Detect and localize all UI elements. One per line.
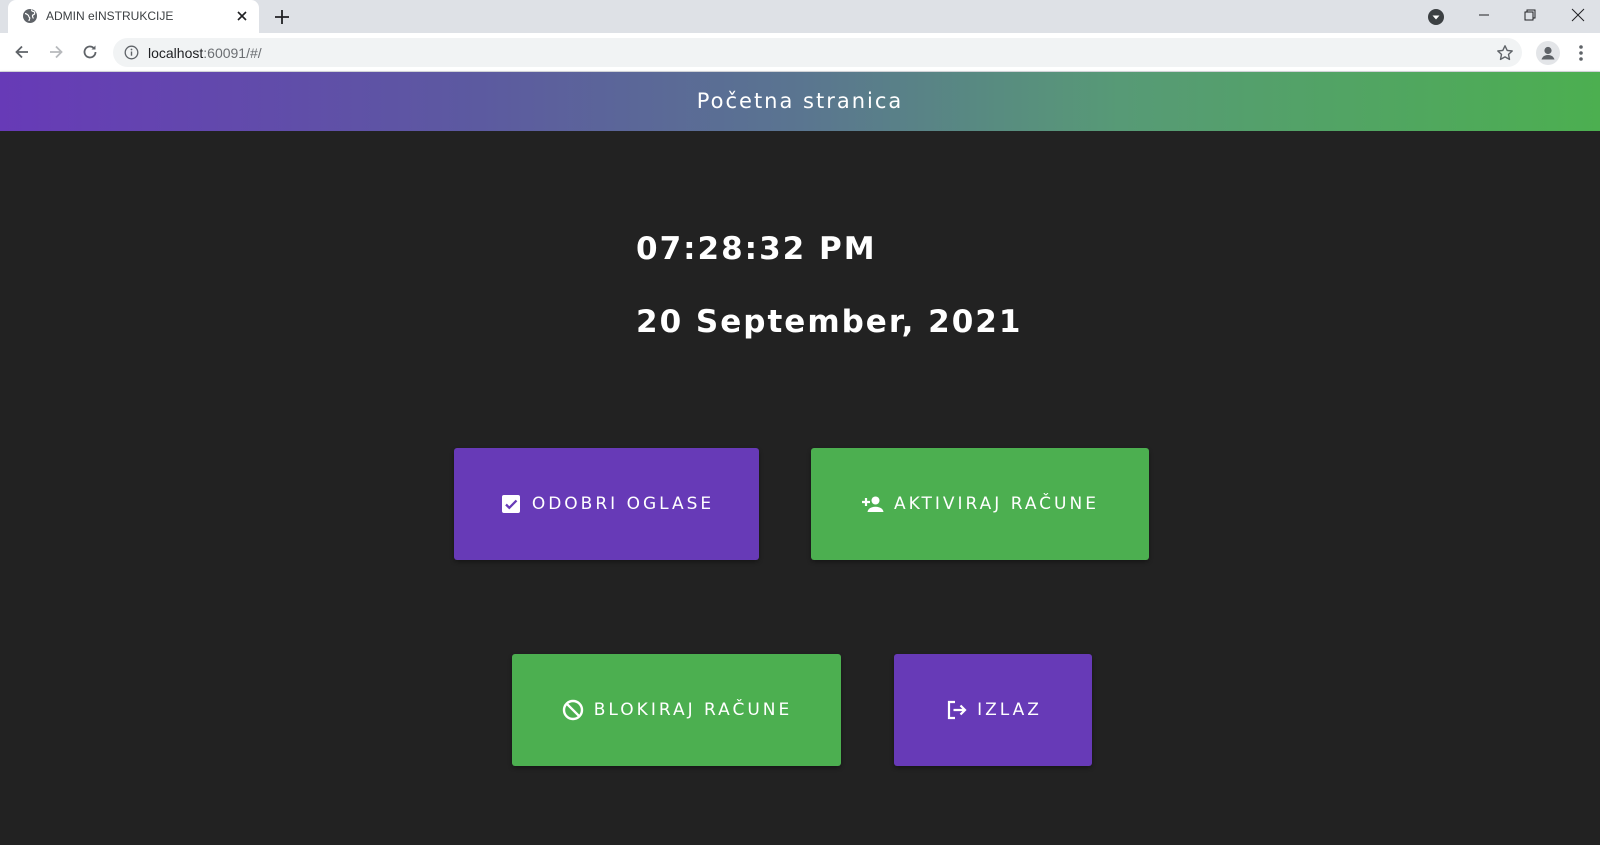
app-header: Početna stranica (0, 72, 1600, 131)
minimize-icon[interactable] (1474, 5, 1494, 25)
url-text: localhost:60091/#/ (148, 45, 262, 61)
block-icon (561, 698, 585, 722)
close-window-icon[interactable] (1568, 5, 1588, 25)
new-tab-button[interactable] (272, 7, 292, 27)
clock-time: 07:28:32 PM (636, 231, 877, 267)
url-host: localhost (148, 45, 204, 61)
activate-accounts-button[interactable]: AKTIVIRAJ RAČUNE (811, 448, 1149, 560)
back-arrow-icon[interactable] (12, 42, 32, 62)
reload-icon[interactable] (80, 42, 100, 62)
restore-icon[interactable] (1520, 5, 1540, 25)
profile-avatar-icon[interactable] (1536, 41, 1560, 65)
activate-accounts-label: AKTIVIRAJ RAČUNE (894, 494, 1099, 514)
info-icon[interactable] (124, 45, 139, 60)
approve-ads-button[interactable]: ODOBRI OGLASE (454, 448, 759, 560)
tab-title: ADMIN eINSTRUKCIJE (46, 9, 174, 23)
approve-ads-label: ODOBRI OGLASE (531, 494, 715, 514)
browser-toolbar: localhost:60091/#/ (0, 33, 1600, 72)
logout-label: IZLAZ (977, 700, 1042, 720)
forward-arrow-icon[interactable] (46, 42, 66, 62)
logout-icon (944, 698, 968, 722)
logout-button[interactable]: IZLAZ (894, 654, 1092, 766)
clock-date: 20 September, 2021 (636, 304, 1023, 340)
url-path: :60091/#/ (203, 45, 262, 61)
checkbox-checked-icon (499, 492, 523, 516)
address-bar[interactable]: localhost:60091/#/ (113, 38, 1522, 67)
browser-tab[interactable]: ADMIN eINSTRUKCIJE (8, 0, 259, 33)
person-add-icon (861, 492, 885, 516)
globe-icon (22, 8, 38, 24)
tab-search-icon[interactable] (1427, 8, 1445, 26)
browser-tabstrip: ADMIN eINSTRUKCIJE (0, 0, 1600, 33)
block-accounts-label: BLOKIRAJ RAČUNE (593, 700, 793, 720)
page-title: Početna stranica (696, 89, 904, 113)
bookmark-star-icon[interactable] (1496, 44, 1514, 62)
kebab-menu-icon[interactable] (1571, 42, 1591, 64)
close-icon[interactable] (234, 8, 250, 24)
block-accounts-button[interactable]: BLOKIRAJ RAČUNE (512, 654, 841, 766)
